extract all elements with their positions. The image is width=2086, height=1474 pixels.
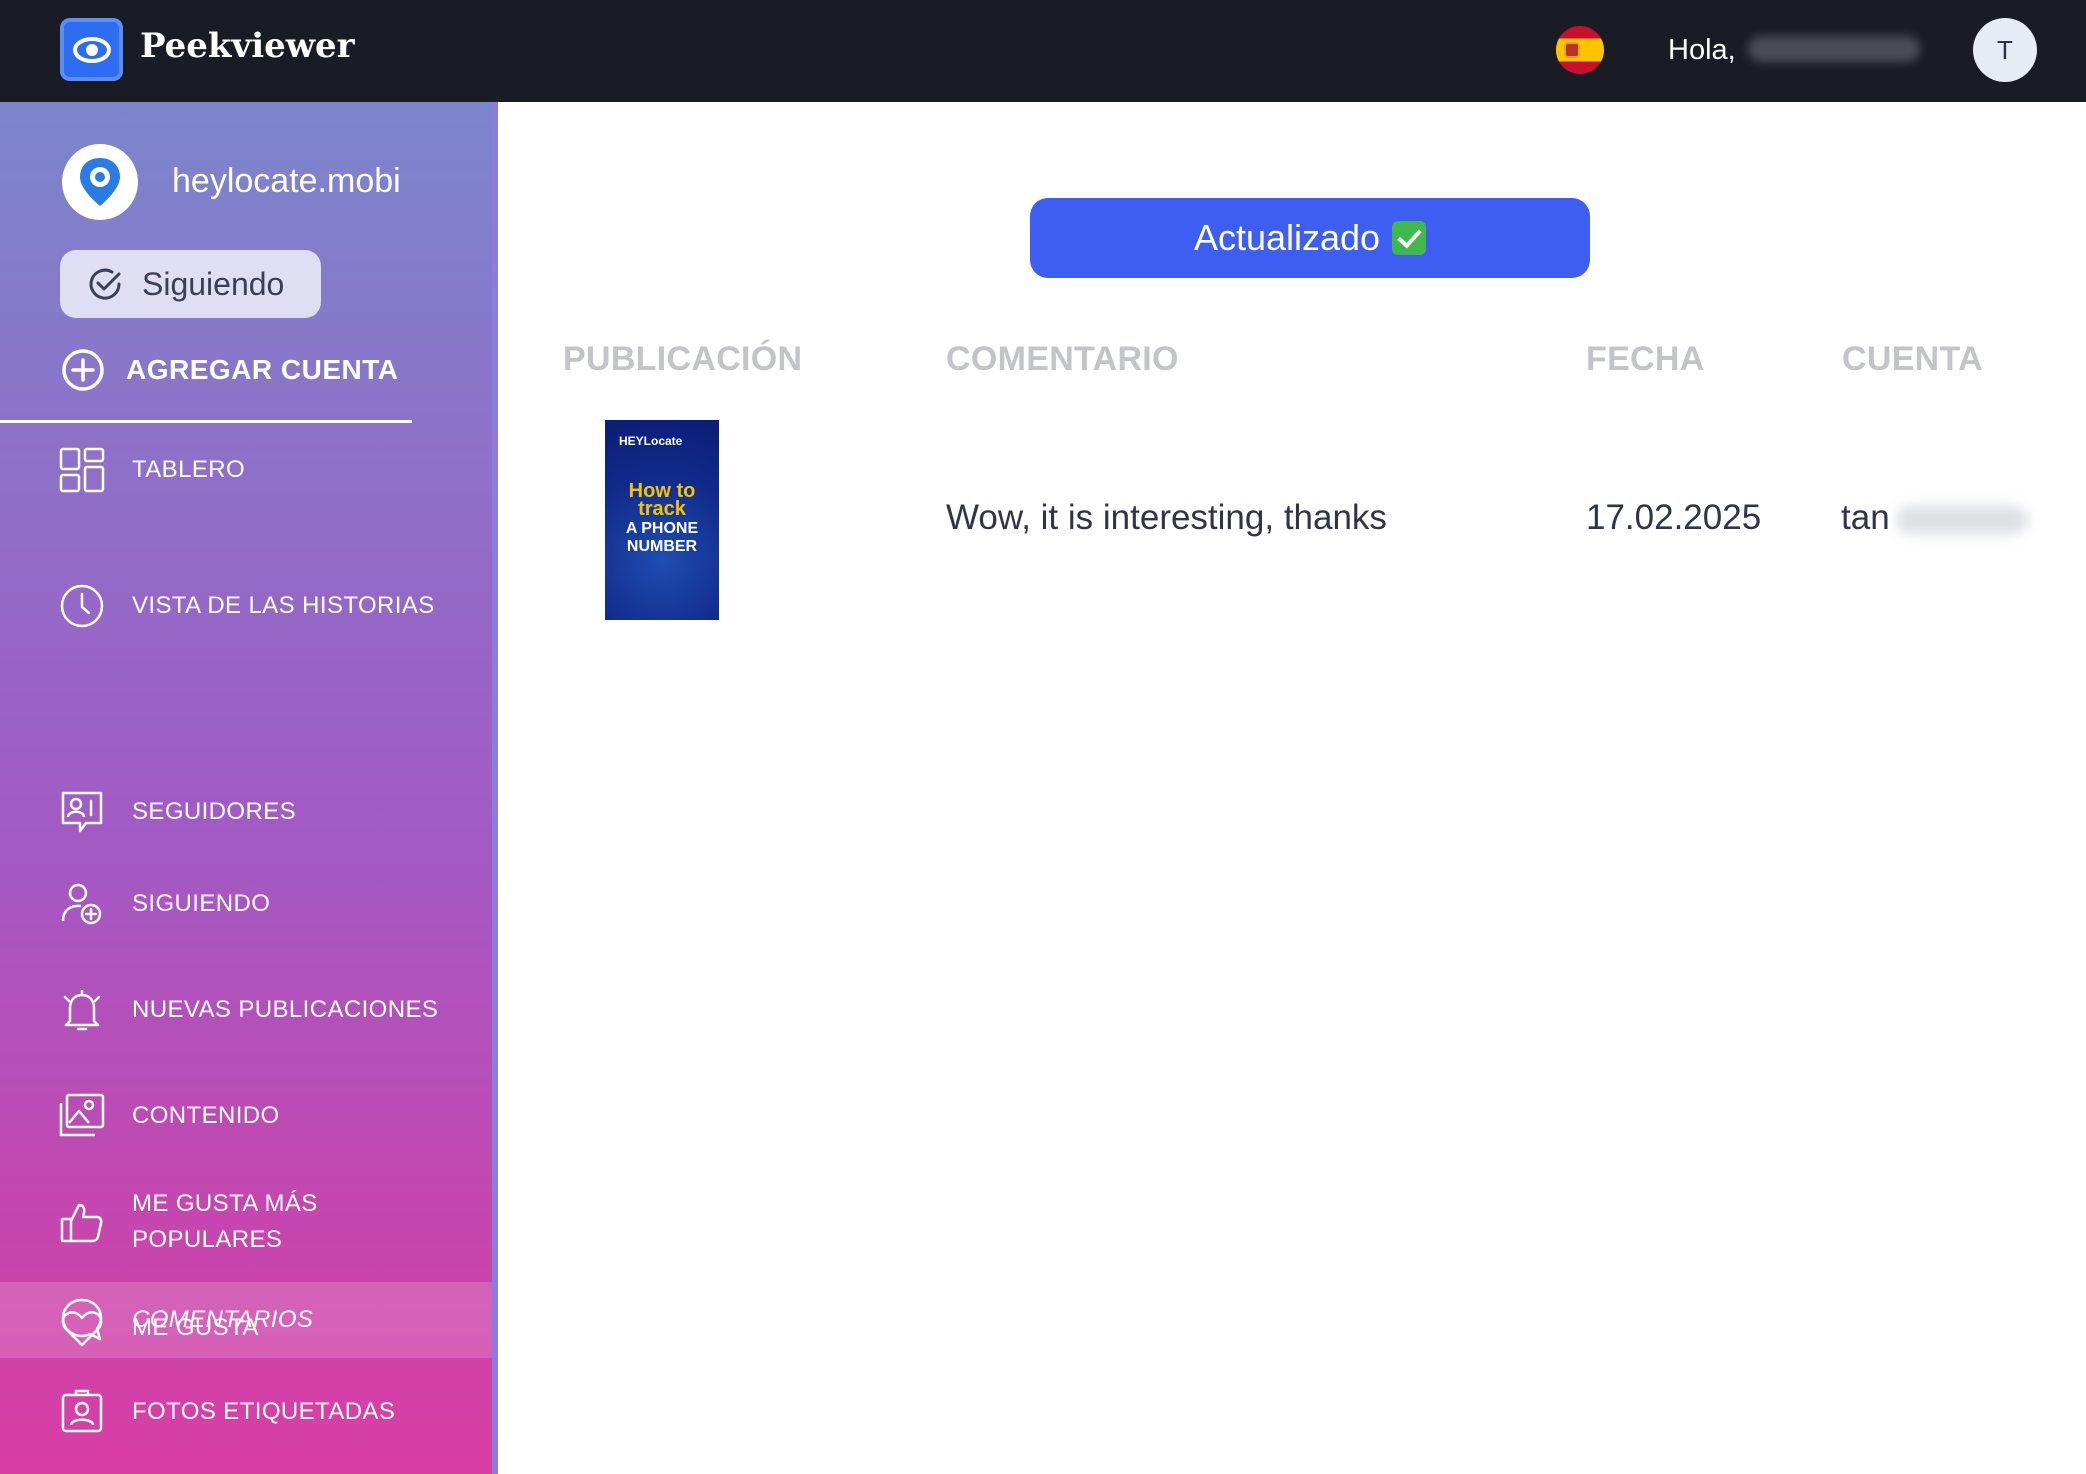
tagged-photo-icon xyxy=(58,1388,106,1436)
check-circle-icon xyxy=(89,268,121,300)
avatar[interactable]: T xyxy=(1973,18,2037,82)
sidebar-item-label: NUEVAS PUBLICACIONES xyxy=(132,996,439,1023)
thumbnail-subheadline: A PHONE NUMBER xyxy=(625,520,699,555)
comment-text: Wow, it is interesting, thanks xyxy=(946,498,1387,537)
add-account-button[interactable]: AGREGAR CUENTA xyxy=(60,347,398,393)
thumbs-up-icon xyxy=(58,1198,106,1246)
eye-logo-icon[interactable] xyxy=(60,18,123,81)
sidebar: heylocate.mobi Siguiendo AGREGAR CUENTA … xyxy=(0,102,498,1474)
sidebar-item-new-posts[interactable]: NUEVAS PUBLICACIONES xyxy=(0,966,492,1054)
sidebar-item-story-views[interactable]: VISTA DE LAS HISTORIAS xyxy=(0,562,492,650)
followers-icon xyxy=(58,788,106,836)
sidebar-item-following[interactable]: SIGUIENDO xyxy=(0,866,492,942)
thumbnail-brand: HEYLocate xyxy=(619,434,683,448)
thumbnail-headline: How to track xyxy=(628,480,696,520)
clock-icon xyxy=(58,582,106,630)
account-logo-icon xyxy=(62,144,138,220)
sidebar-item-dashboard[interactable]: TABLERO xyxy=(0,432,492,508)
sidebar-item-label: COMENTARIOS xyxy=(132,1306,314,1333)
column-header-comment[interactable]: COMENTARIO xyxy=(946,340,1179,379)
sidebar-item-top-likes[interactable]: ME GUSTA MÁS POPULARES xyxy=(0,1178,492,1266)
update-button[interactable]: Actualizado xyxy=(1030,198,1590,278)
sidebar-item-label: SEGUIDORES xyxy=(132,798,297,825)
greeting-text: Hola, xyxy=(1668,34,1736,66)
blurred-username xyxy=(1748,36,1920,62)
sidebar-item-label: SIGUIENDO xyxy=(132,890,271,917)
comment-account[interactable]: tan xyxy=(1841,498,1890,538)
account-name: heylocate.mobi xyxy=(172,162,401,200)
sidebar-item-comments-row[interactable]: COMENTARIOS xyxy=(0,1282,492,1358)
sidebar-item-tagged-photos[interactable]: FOTOS ETIQUETADAS xyxy=(0,1374,492,1450)
spain-flag-icon[interactable] xyxy=(1556,26,1604,74)
following-button[interactable]: Siguiendo xyxy=(60,250,321,318)
dashboard-icon xyxy=(58,446,106,494)
images-icon xyxy=(58,1092,106,1140)
plus-circle-icon xyxy=(62,349,104,391)
bell-icon xyxy=(58,986,106,1034)
comment-icon xyxy=(58,1296,106,1344)
user-plus-icon xyxy=(58,880,106,928)
sidebar-item-label: FOTOS ETIQUETADAS xyxy=(132,1398,396,1425)
sidebar-divider xyxy=(0,420,412,423)
sidebar-item-label: TABLERO xyxy=(132,456,246,483)
following-button-label: Siguiendo xyxy=(142,265,285,302)
column-header-account[interactable]: CUENTA xyxy=(1842,340,1983,379)
column-header-publication[interactable]: PUBLICACIÓN xyxy=(563,340,802,379)
sidebar-item-content[interactable]: CONTENIDO xyxy=(0,1078,492,1154)
sidebar-item-followers[interactable]: SEGUIDORES xyxy=(0,774,492,850)
check-mark-icon xyxy=(1392,221,1427,255)
brand-name[interactable]: Peekviewer xyxy=(140,26,355,66)
column-header-date[interactable]: FECHA xyxy=(1586,340,1705,379)
sidebar-item-label: ME GUSTA MÁS POPULARES xyxy=(132,1190,318,1253)
sidebar-item-label: VISTA DE LAS HISTORIAS xyxy=(132,592,435,619)
add-account-label: AGREGAR CUENTA xyxy=(126,354,399,385)
top-bar: Peekviewer Hola, T xyxy=(0,0,2086,102)
comment-date: 17.02.2025 xyxy=(1586,498,1762,537)
sidebar-item-label: CONTENIDO xyxy=(132,1102,280,1129)
blurred-account-name xyxy=(1896,506,2028,534)
post-thumbnail[interactable]: HEYLocate How to track A PHONE NUMBER xyxy=(605,420,719,620)
update-button-label: Actualizado xyxy=(1193,217,1381,258)
